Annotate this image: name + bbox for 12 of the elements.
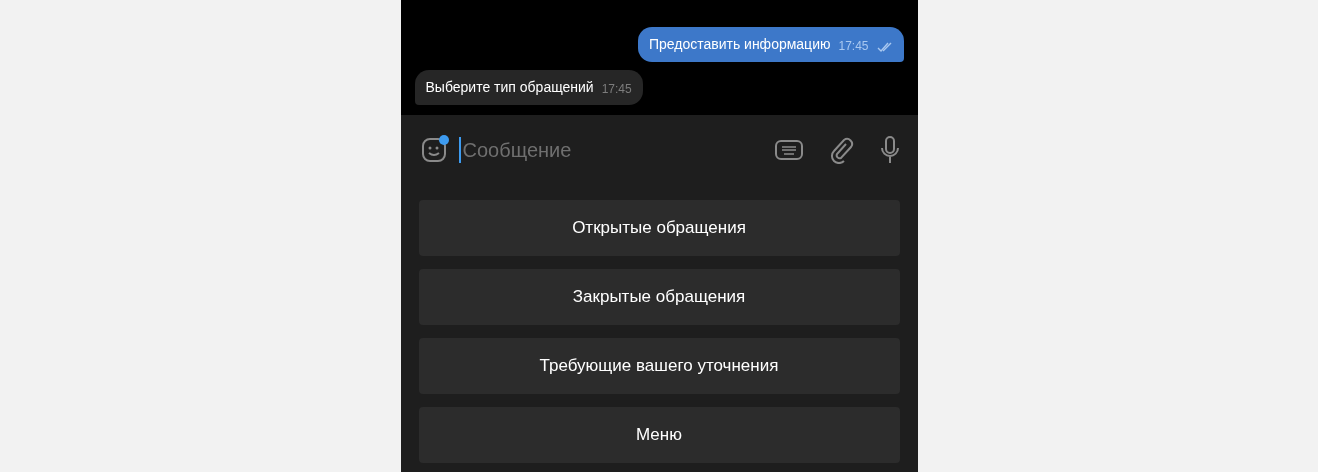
reply-button[interactable]: Меню [418, 407, 900, 463]
reply-button[interactable]: Требующие вашего уточнения [418, 338, 900, 394]
message-input[interactable]: Сообщение [458, 137, 764, 163]
message-time: 17:45 [601, 81, 632, 98]
microphone-icon[interactable] [879, 135, 900, 165]
message-time: 17:45 [838, 38, 869, 55]
keyboard-icon[interactable] [773, 138, 804, 162]
sticker-icon [420, 137, 447, 163]
reply-button[interactable]: Открытые обращения [418, 200, 900, 256]
message-text: Предоставить информацию [648, 35, 831, 54]
reply-button[interactable]: Закрытые обращения [418, 269, 900, 325]
message-text: Выберите тип обращений [425, 78, 594, 97]
